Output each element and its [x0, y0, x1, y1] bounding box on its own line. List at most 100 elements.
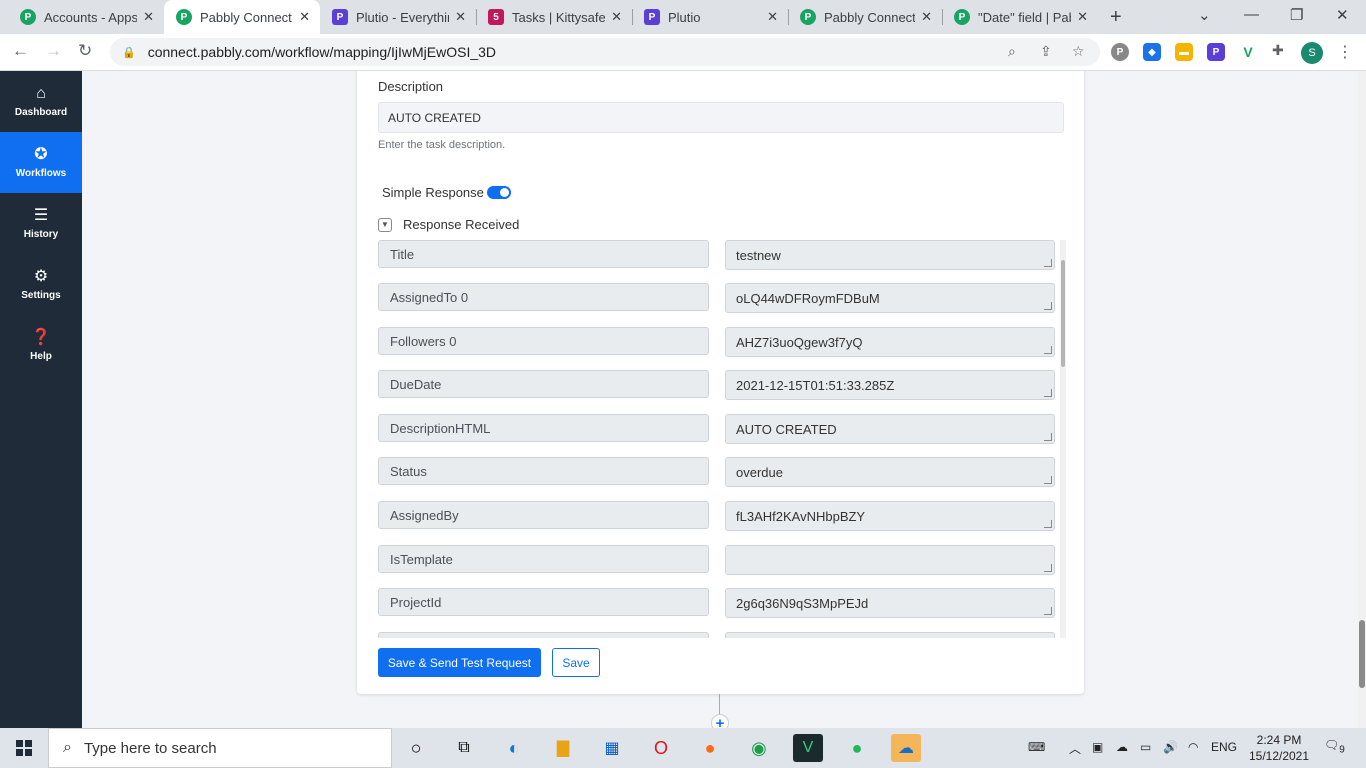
browser-tab-active[interactable]: P Pabbly Connect ✕: [164, 0, 320, 34]
sidebar-item-label: Settings: [21, 289, 61, 301]
browser-tab[interactable]: 5 Tasks | Kittysafe ✕: [476, 0, 632, 34]
taskbar-clock[interactable]: 2:24 PM 15/12/2021: [1244, 732, 1314, 764]
field-value[interactable]: fL3AHf2KAvNHbpBZY: [725, 501, 1055, 531]
close-icon[interactable]: ✕: [455, 9, 466, 25]
plutio-extension-icon[interactable]: P: [1207, 43, 1225, 61]
restore-icon[interactable]: ❐: [1290, 6, 1303, 24]
pabbly-icon: P: [20, 9, 36, 25]
close-icon[interactable]: ✕: [921, 9, 932, 25]
spotify-icon[interactable]: ●: [842, 734, 872, 762]
field-value[interactable]: [725, 632, 1055, 638]
add-step-icon[interactable]: +: [711, 714, 729, 728]
save-send-test-button[interactable]: Save & Send Test Request: [378, 648, 541, 677]
response-field-row: AssignedTo 0 oLQ44wDFRoymFDBuM: [378, 283, 1055, 313]
cloud-offline-icon[interactable]: ☁: [1116, 740, 1128, 754]
store-icon[interactable]: ▦: [597, 734, 627, 762]
page-scrollbar[interactable]: [1358, 71, 1366, 728]
app-sidebar: ⌂ Dashboard ✪ Workflows ☰ History ⚙ Sett…: [0, 71, 82, 728]
battery-icon[interactable]: ▭: [1140, 740, 1151, 754]
edge-icon[interactable]: ◐: [499, 734, 529, 762]
chrome-icon[interactable]: ◉: [744, 734, 774, 762]
close-icon[interactable]: ✕: [611, 9, 622, 25]
field-value[interactable]: oLQ44wDFRoymFDBuM: [725, 283, 1055, 313]
close-icon[interactable]: ✕: [767, 9, 778, 25]
onedrive-folder-icon[interactable]: ☁: [891, 734, 921, 762]
reload-icon[interactable]: ↻: [78, 41, 92, 61]
response-field-row: DescriptionHTML AUTO CREATED: [378, 414, 1055, 444]
minimize-icon[interactable]: —: [1244, 6, 1259, 23]
sidebar-item-label: History: [23, 228, 59, 240]
response-received-label[interactable]: Response Received: [403, 217, 519, 232]
opera-icon[interactable]: O: [646, 734, 676, 762]
extensions-puzzle-icon[interactable]: ✚: [1272, 42, 1284, 59]
page-scrollbar-thumb[interactable]: [1359, 620, 1365, 688]
browser-tab[interactable]: P Plutio ✕: [632, 0, 788, 34]
keyboard-icon[interactable]: ⌨: [1028, 740, 1045, 754]
field-value[interactable]: 2021-12-15T01:51:33.285Z: [725, 370, 1055, 400]
field-value[interactable]: testnew: [725, 240, 1055, 270]
simple-response-label: Simple Response: [382, 185, 484, 200]
description-input[interactable]: AUTO CREATED: [378, 102, 1064, 133]
field-key: ProjectId: [378, 588, 709, 616]
volume-icon[interactable]: 🔊: [1163, 740, 1178, 754]
extension-icon[interactable]: ◆: [1143, 43, 1161, 61]
forward-icon[interactable]: →: [45, 41, 62, 61]
sidebar-item-settings[interactable]: ⚙ Settings: [0, 254, 82, 315]
browser-tab[interactable]: P Plutio - Everythin ✕: [320, 0, 476, 34]
file-explorer-icon[interactable]: ▇: [548, 734, 578, 762]
chevron-down-icon[interactable]: ▼: [378, 218, 392, 232]
taskbar-search[interactable]: ⌕ Type here to search: [48, 728, 392, 768]
notification-icon[interactable]: 🗨9: [1324, 738, 1345, 755]
notification-count: 9: [1339, 744, 1345, 756]
save-button[interactable]: Save: [552, 648, 600, 677]
field-key: AssignedBy: [378, 501, 709, 529]
sidebar-item-label: Workflows: [15, 167, 67, 179]
cortana-icon[interactable]: ○: [401, 734, 431, 762]
new-tab-icon[interactable]: +: [1110, 6, 1122, 29]
share-icon[interactable]: ⇪: [1040, 43, 1052, 60]
pabbly-icon: P: [954, 9, 970, 25]
simple-response-toggle[interactable]: [487, 186, 511, 199]
field-value[interactable]: overdue: [725, 457, 1055, 487]
meet-now-icon[interactable]: ▣: [1092, 740, 1103, 754]
wifi-icon[interactable]: ◠: [1188, 740, 1198, 754]
field-value[interactable]: AUTO CREATED: [725, 414, 1055, 444]
browser-tab[interactable]: P Accounts - Apps ✕: [8, 0, 164, 34]
plutio-icon: P: [332, 9, 348, 25]
extension-icon[interactable]: ▬: [1175, 43, 1193, 61]
zoom-icon[interactable]: ⌕: [1008, 43, 1016, 60]
taskbar-search-placeholder: Type here to search: [83, 739, 217, 757]
language-indicator[interactable]: ENG: [1211, 740, 1237, 754]
tray-chevron-icon[interactable]: ︿: [1069, 740, 1081, 757]
address-bar[interactable]: 🔒 connect.pabbly.com/workflow/mapping/Ij…: [110, 38, 1100, 66]
field-key: DescriptionHTML: [378, 414, 709, 442]
firefox-icon[interactable]: ●: [695, 734, 725, 762]
sidebar-item-help[interactable]: ❓ Help: [0, 315, 82, 376]
field-value[interactable]: AHZ7i3uoQgew3f7yQ: [725, 327, 1055, 357]
vee-app-icon[interactable]: V: [793, 734, 823, 762]
close-icon[interactable]: ✕: [1077, 9, 1088, 25]
sidebar-item-history[interactable]: ☰ History: [0, 193, 82, 254]
field-value[interactable]: 2g6q36N9qS3MpPEJd: [725, 588, 1055, 618]
sidebar-item-dashboard[interactable]: ⌂ Dashboard: [0, 71, 82, 132]
menu-kebab-icon[interactable]: ⋮: [1337, 42, 1353, 62]
windows-start-icon[interactable]: [16, 740, 32, 756]
tab-search-icon[interactable]: ⌄: [1198, 6, 1211, 24]
close-icon[interactable]: ✕: [299, 9, 310, 25]
profile-avatar[interactable]: S: [1301, 42, 1323, 64]
sidebar-item-workflows[interactable]: ✪ Workflows: [0, 132, 82, 193]
window-close-icon[interactable]: ✕: [1336, 6, 1349, 24]
vee-extension-icon[interactable]: V: [1239, 43, 1257, 61]
bookmark-star-icon[interactable]: ☆: [1072, 43, 1085, 60]
task-view-icon[interactable]: ⧉: [449, 734, 479, 762]
back-icon[interactable]: ←: [12, 41, 29, 61]
browser-tab[interactable]: P "Date" field | Pab ✕: [942, 0, 1098, 34]
help-icon: ❓: [31, 328, 51, 346]
plutio-icon: P: [644, 9, 660, 25]
field-value[interactable]: [725, 545, 1055, 575]
main-content: Description AUTO CREATED Enter the task …: [82, 71, 1366, 728]
browser-tab[interactable]: P Pabbly Connect ✕: [788, 0, 942, 34]
extension-icon[interactable]: P: [1111, 43, 1129, 61]
close-icon[interactable]: ✕: [143, 9, 154, 25]
fields-scrollbar-thumb[interactable]: [1061, 260, 1065, 367]
